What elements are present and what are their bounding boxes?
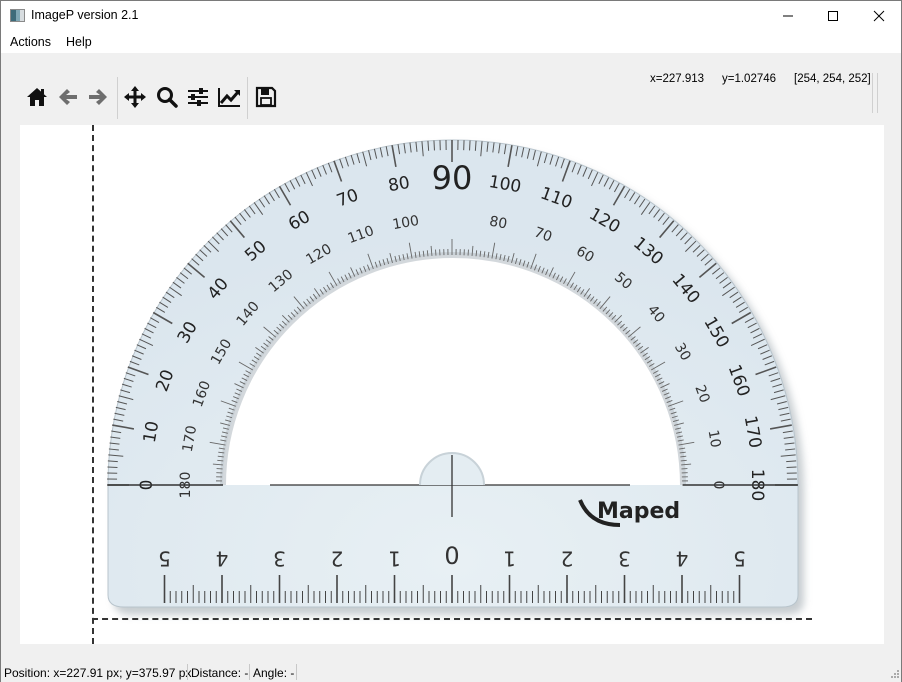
distance-status: Distance: -	[191, 666, 249, 680]
home-icon	[27, 88, 47, 106]
ruler-label: 3	[273, 547, 286, 571]
app-icon	[10, 9, 25, 22]
app-window: ImageP version 2.1 Actions Help x=227.91…	[0, 0, 902, 682]
zoom-button[interactable]	[153, 83, 181, 111]
cursor-x-readout: x=227.913	[650, 73, 705, 85]
toolbar-separator	[872, 73, 873, 113]
status-separator	[296, 664, 297, 680]
ruler-label: 1	[503, 547, 516, 571]
status-bar: Position: x=227.91 px; y=375.97 px Dista…	[1, 661, 901, 682]
toolbar-separator	[247, 77, 248, 119]
outer-tick	[107, 460, 118, 463]
horizontal-guide-line	[92, 618, 812, 620]
ruler-label: 4	[216, 547, 229, 571]
save-button[interactable]	[252, 83, 280, 111]
toolbar-separator	[117, 77, 118, 119]
sliders-icon	[188, 88, 208, 106]
ruler-label: 4	[676, 547, 689, 571]
edit-axis-button[interactable]	[215, 83, 243, 111]
ruler-label: 1	[388, 547, 401, 571]
menu-bar: Actions Help	[1, 31, 901, 53]
status-separator	[249, 664, 250, 680]
cursor-y-readout: y=1.02746	[722, 73, 777, 85]
pan-button[interactable]	[121, 83, 149, 111]
close-icon	[873, 10, 885, 22]
resize-grip-icon[interactable]	[889, 670, 899, 680]
outer-scale-label: 90	[432, 159, 473, 197]
outer-tick	[786, 460, 797, 463]
outer-tick	[433, 140, 435, 151]
ruler-label: 2	[561, 547, 574, 571]
maximize-button[interactable]	[810, 1, 856, 31]
menu-help[interactable]: Help	[66, 35, 92, 49]
line-chart-icon	[218, 88, 240, 107]
maximize-icon	[828, 11, 838, 21]
outer-scale-label: 80	[387, 173, 412, 196]
window-title: ImageP version 2.1	[31, 8, 139, 22]
ruler-label: 2	[331, 547, 344, 571]
outer-scale-label: 10	[140, 420, 163, 445]
floppy-disk-icon	[255, 86, 277, 108]
outer-tick	[469, 140, 471, 151]
minimize-button[interactable]	[765, 1, 811, 31]
forward-button[interactable]	[84, 83, 112, 111]
toolbar-separator	[877, 73, 878, 113]
inner-scale-label: 80	[488, 214, 508, 233]
navigation-toolbar: x=227.913 y=1.02746 [254, 254, 252]	[1, 53, 901, 123]
arrow-right-icon	[89, 89, 107, 105]
image-canvas[interactable]: 0 10 20 30 40 50 60 70 80 90 100 110 120 130 140 150 160…	[20, 125, 884, 644]
maped-logo: Maped	[597, 499, 680, 524]
menu-actions[interactable]: Actions	[10, 35, 51, 49]
angle-status: Angle: -	[253, 666, 295, 680]
outer-tick	[107, 466, 118, 468]
outer-tick	[786, 466, 797, 468]
ruler-label: 3	[618, 547, 631, 571]
arrow-left-icon	[59, 89, 77, 105]
pixel-rgb-readout: [254, 254, 252]	[794, 73, 871, 85]
move-icon	[124, 86, 146, 108]
inner-scale-label: 10	[705, 429, 724, 449]
ruler-label: 5	[158, 547, 171, 571]
inner-tick	[475, 250, 478, 257]
inner-tick	[680, 459, 687, 462]
outer-tick	[427, 140, 430, 151]
position-status: Position: x=227.91 px; y=375.97 px	[4, 666, 192, 680]
protractor-image: 01020304050607080 90 100 110120130140150160…	[107, 139, 804, 615]
magnifier-icon	[157, 87, 178, 108]
minimize-icon	[783, 15, 793, 17]
ruler-label: 5	[733, 547, 746, 571]
vertical-guide-line	[92, 125, 94, 644]
back-button[interactable]	[54, 83, 82, 111]
ruler-label: 0	[444, 542, 459, 570]
status-separator	[187, 664, 188, 680]
title-bar: ImageP version 2.1	[1, 1, 901, 31]
configure-subplots-button[interactable]	[184, 83, 212, 111]
home-button[interactable]	[23, 83, 51, 111]
close-button[interactable]	[856, 1, 902, 31]
inner-tick	[426, 250, 429, 257]
inner-tick	[217, 459, 224, 462]
outer-tick	[474, 140, 477, 151]
